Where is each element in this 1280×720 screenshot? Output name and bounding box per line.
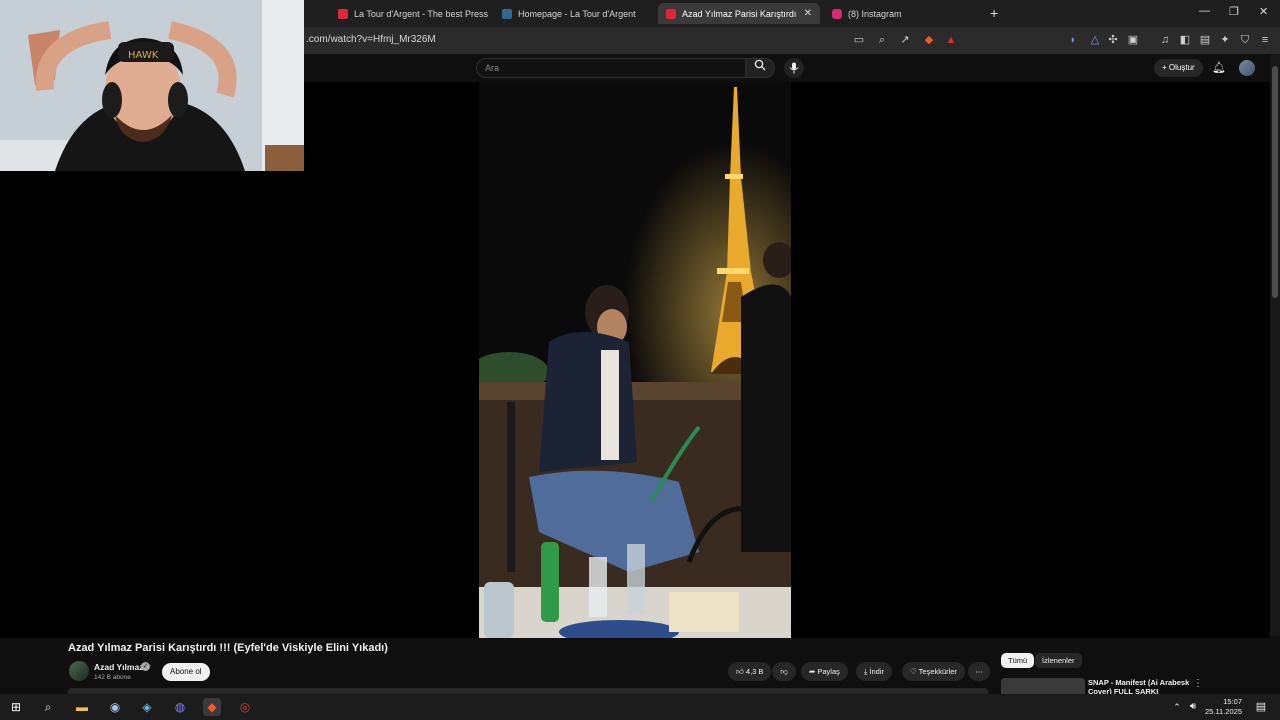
voice-search-button[interactable] bbox=[784, 58, 804, 78]
brave-rewards-icon[interactable]: ▲ bbox=[944, 33, 958, 47]
youtube-favicon-icon bbox=[338, 8, 348, 19]
microphone-icon bbox=[789, 62, 799, 74]
vpn-icon[interactable]: △ bbox=[1088, 33, 1102, 47]
volume-icon[interactable]: 🔊︎ bbox=[1184, 698, 1202, 716]
leo-icon[interactable]: ◗ bbox=[1066, 33, 1080, 47]
search-input[interactable]: Ara bbox=[476, 58, 746, 78]
site-favicon-icon bbox=[502, 8, 512, 19]
channel-avatar[interactable] bbox=[69, 661, 89, 681]
system-clock[interactable]: 15:07 25.11.2025 bbox=[1205, 697, 1242, 717]
file-explorer-icon[interactable]: ▬ bbox=[73, 698, 91, 716]
dislike-button[interactable]: 👎︎ bbox=[772, 662, 796, 681]
tab-tour-argent-homepage[interactable]: Homepage - La Tour d'Argent bbox=[494, 3, 654, 24]
share-button[interactable]: ➦ Paylaş bbox=[801, 662, 848, 681]
tab-instagram[interactable]: (8) Instagram bbox=[824, 3, 974, 24]
media-icon[interactable]: ♫ bbox=[1158, 33, 1172, 47]
share-label: Paylaş bbox=[817, 667, 840, 676]
page-scrollbar[interactable] bbox=[1270, 54, 1280, 636]
tab-azad-yilmaz-video[interactable]: Azad Yılmaz Parisi Karıştırdı !!! (E ✕ bbox=[658, 3, 820, 24]
tab-label: Homepage - La Tour d'Argent bbox=[518, 8, 636, 19]
create-label: Oluştur bbox=[1168, 63, 1195, 72]
menu-icon[interactable]: ≡ bbox=[1258, 33, 1272, 47]
tab-tour-argent-pressed[interactable]: La Tour d'Argent - The best Pressed bbox=[330, 3, 488, 24]
windows-taskbar: ⊞ ⌕ ▬ ◉ ◈ ◍ ◆ ◎ ⌃ 🔊︎ 15:07 25.11.2025 ▤ bbox=[0, 694, 1280, 720]
more-icon: ⋯ bbox=[975, 667, 983, 676]
close-tab-icon[interactable]: ✕ bbox=[804, 8, 812, 19]
scrollbar-thumb[interactable] bbox=[1272, 66, 1278, 298]
brave-browser-icon[interactable]: ◆ bbox=[203, 698, 221, 716]
shield-settings-icon[interactable]: ⛉ bbox=[1238, 33, 1252, 47]
wallet-icon[interactable]: ▤ bbox=[1198, 33, 1212, 47]
subscribe-button[interactable]: Abone ol bbox=[162, 663, 210, 681]
filter-all-chip[interactable]: Tümü bbox=[1001, 653, 1035, 668]
video-frame[interactable] bbox=[479, 82, 791, 638]
new-tab-button[interactable]: + bbox=[990, 5, 998, 21]
download-label: İndir bbox=[869, 667, 884, 676]
instagram-favicon-icon bbox=[832, 8, 842, 19]
thanks-label: Teşekkürler bbox=[918, 667, 958, 676]
clock-date: 25.11.2025 bbox=[1205, 707, 1242, 716]
eiffel-scene-image bbox=[479, 82, 791, 638]
plus-icon: + bbox=[1162, 63, 1169, 72]
close-window-icon[interactable]: ✕ bbox=[1259, 5, 1268, 18]
sidebar-icon[interactable]: ◧ bbox=[1178, 33, 1192, 47]
share-icon[interactable]: ↗ bbox=[898, 33, 912, 47]
thanks-button[interactable]: ♡ Teşekkürler bbox=[902, 662, 966, 681]
thumbs-up-icon: 👍︎ bbox=[736, 667, 746, 676]
clock-time: 15:07 bbox=[1223, 697, 1242, 706]
more-actions-button[interactable]: ⋯ bbox=[968, 662, 990, 681]
recommendation-thumbnail[interactable] bbox=[1001, 678, 1085, 694]
tab-label: Azad Yılmaz Parisi Karıştırdı !!! (E bbox=[682, 8, 798, 19]
youtube-favicon-icon bbox=[666, 8, 676, 19]
download-button[interactable]: ⤓ İndir bbox=[856, 662, 892, 681]
streamer-webcam: HAWK bbox=[0, 0, 304, 171]
verified-icon: ✓ bbox=[141, 662, 150, 671]
steam-icon[interactable]: ◉ bbox=[106, 698, 124, 716]
thanks-icon: ♡ bbox=[910, 667, 919, 676]
thumbs-down-icon: 👎︎ bbox=[780, 667, 788, 676]
tab-label: (8) Instagram bbox=[848, 8, 902, 19]
screenshot-icon[interactable]: ▣ bbox=[1126, 33, 1140, 47]
url-field[interactable]: .com/watch?v=Hfmj_Mr326M bbox=[306, 34, 436, 45]
like-button[interactable]: 👍︎ 4,3 B bbox=[728, 662, 772, 681]
ai-icon[interactable]: ✦ bbox=[1218, 33, 1232, 47]
cast-icon[interactable]: ▭ bbox=[852, 33, 866, 47]
notification-center-icon[interactable]: ▤ bbox=[1252, 698, 1270, 716]
create-button[interactable]: + Oluştur bbox=[1154, 59, 1203, 77]
notifications-icon[interactable]: 🔔︎ bbox=[1212, 61, 1226, 74]
account-avatar[interactable] bbox=[1239, 60, 1255, 76]
screen: La Tour d'Argent - The best Pressed Home… bbox=[0, 0, 1280, 720]
extensions-icon[interactable]: ✣ bbox=[1106, 33, 1120, 47]
search-icon bbox=[754, 59, 766, 71]
video-title: Azad Yılmaz Parisi Karıştırdı !!! (Eyfel… bbox=[68, 642, 388, 654]
windows-start-icon[interactable]: ⊞ bbox=[7, 698, 25, 716]
recommendation-menu-icon[interactable]: ⋮ bbox=[1193, 678, 1203, 689]
like-count: 4,3 B bbox=[745, 667, 764, 676]
svg-text:HAWK: HAWK bbox=[128, 50, 159, 61]
obs-icon[interactable]: ◎ bbox=[236, 698, 254, 716]
search-button[interactable] bbox=[745, 58, 775, 78]
channel-name[interactable]: Azad Yılmaz bbox=[94, 662, 143, 672]
app-icon[interactable]: ◈ bbox=[138, 698, 156, 716]
minimize-icon[interactable]: — bbox=[1199, 5, 1210, 17]
subscriber-count: 142 B abone bbox=[94, 674, 131, 681]
webcam-image: HAWK bbox=[0, 0, 304, 171]
recommendation-title[interactable]: SNAP - Manifest (Ai Arabesk Cover) FULL … bbox=[1088, 678, 1193, 694]
restore-icon[interactable]: ❐ bbox=[1229, 5, 1239, 18]
tab-label: La Tour d'Argent - The best Pressed bbox=[354, 8, 488, 19]
zoom-icon[interactable]: ⌕ bbox=[875, 33, 889, 47]
filter-watched-chip[interactable]: İzlenenler bbox=[1035, 653, 1082, 668]
search-icon[interactable]: ⌕ bbox=[39, 698, 57, 716]
discord-icon[interactable]: ◍ bbox=[171, 698, 189, 716]
brave-shield-icon[interactable]: ◆ bbox=[922, 33, 936, 47]
